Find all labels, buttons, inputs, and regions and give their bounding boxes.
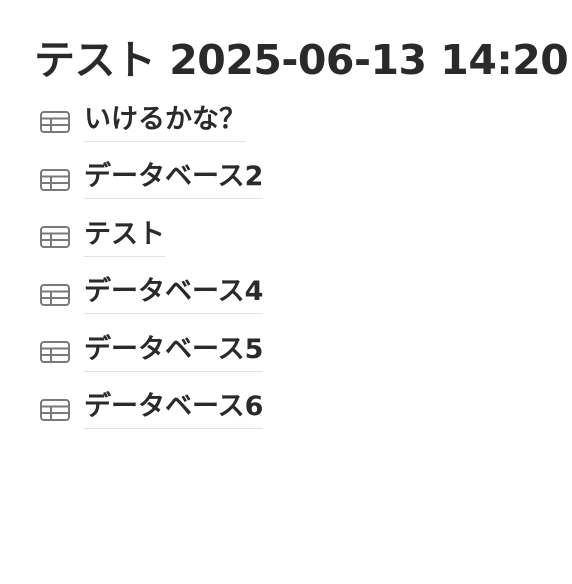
- table-icon: [40, 336, 72, 368]
- database-link-1[interactable]: いけるかな？: [40, 100, 540, 144]
- database-link-label[interactable]: データベース5: [84, 333, 264, 372]
- database-link-4[interactable]: データベース4: [40, 273, 540, 317]
- database-link-2[interactable]: データベース2: [40, 158, 540, 202]
- table-icon: [40, 164, 72, 196]
- database-link-label[interactable]: いけるかな？: [84, 103, 246, 142]
- table-icon: [40, 394, 72, 426]
- database-link-label[interactable]: テスト: [84, 218, 165, 257]
- database-link-6[interactable]: データベース6: [40, 388, 540, 432]
- database-link-label[interactable]: データベース2: [84, 160, 264, 200]
- table-icon: [40, 106, 72, 138]
- page: テスト 2025-06-13 14:20 いけるかな？ データベース2 テスト …: [0, 0, 572, 584]
- database-link-3[interactable]: テスト: [40, 215, 540, 259]
- database-list: いけるかな？ データベース2 テスト データベース4 データベース5 データベー…: [40, 100, 540, 446]
- database-link-label[interactable]: データベース4: [84, 275, 264, 315]
- table-icon: [40, 221, 72, 253]
- database-link-label[interactable]: データベース6: [84, 390, 264, 430]
- table-icon: [40, 279, 72, 311]
- page-title: テスト 2025-06-13 14:20: [34, 36, 569, 84]
- database-link-5[interactable]: データベース5: [40, 330, 540, 374]
